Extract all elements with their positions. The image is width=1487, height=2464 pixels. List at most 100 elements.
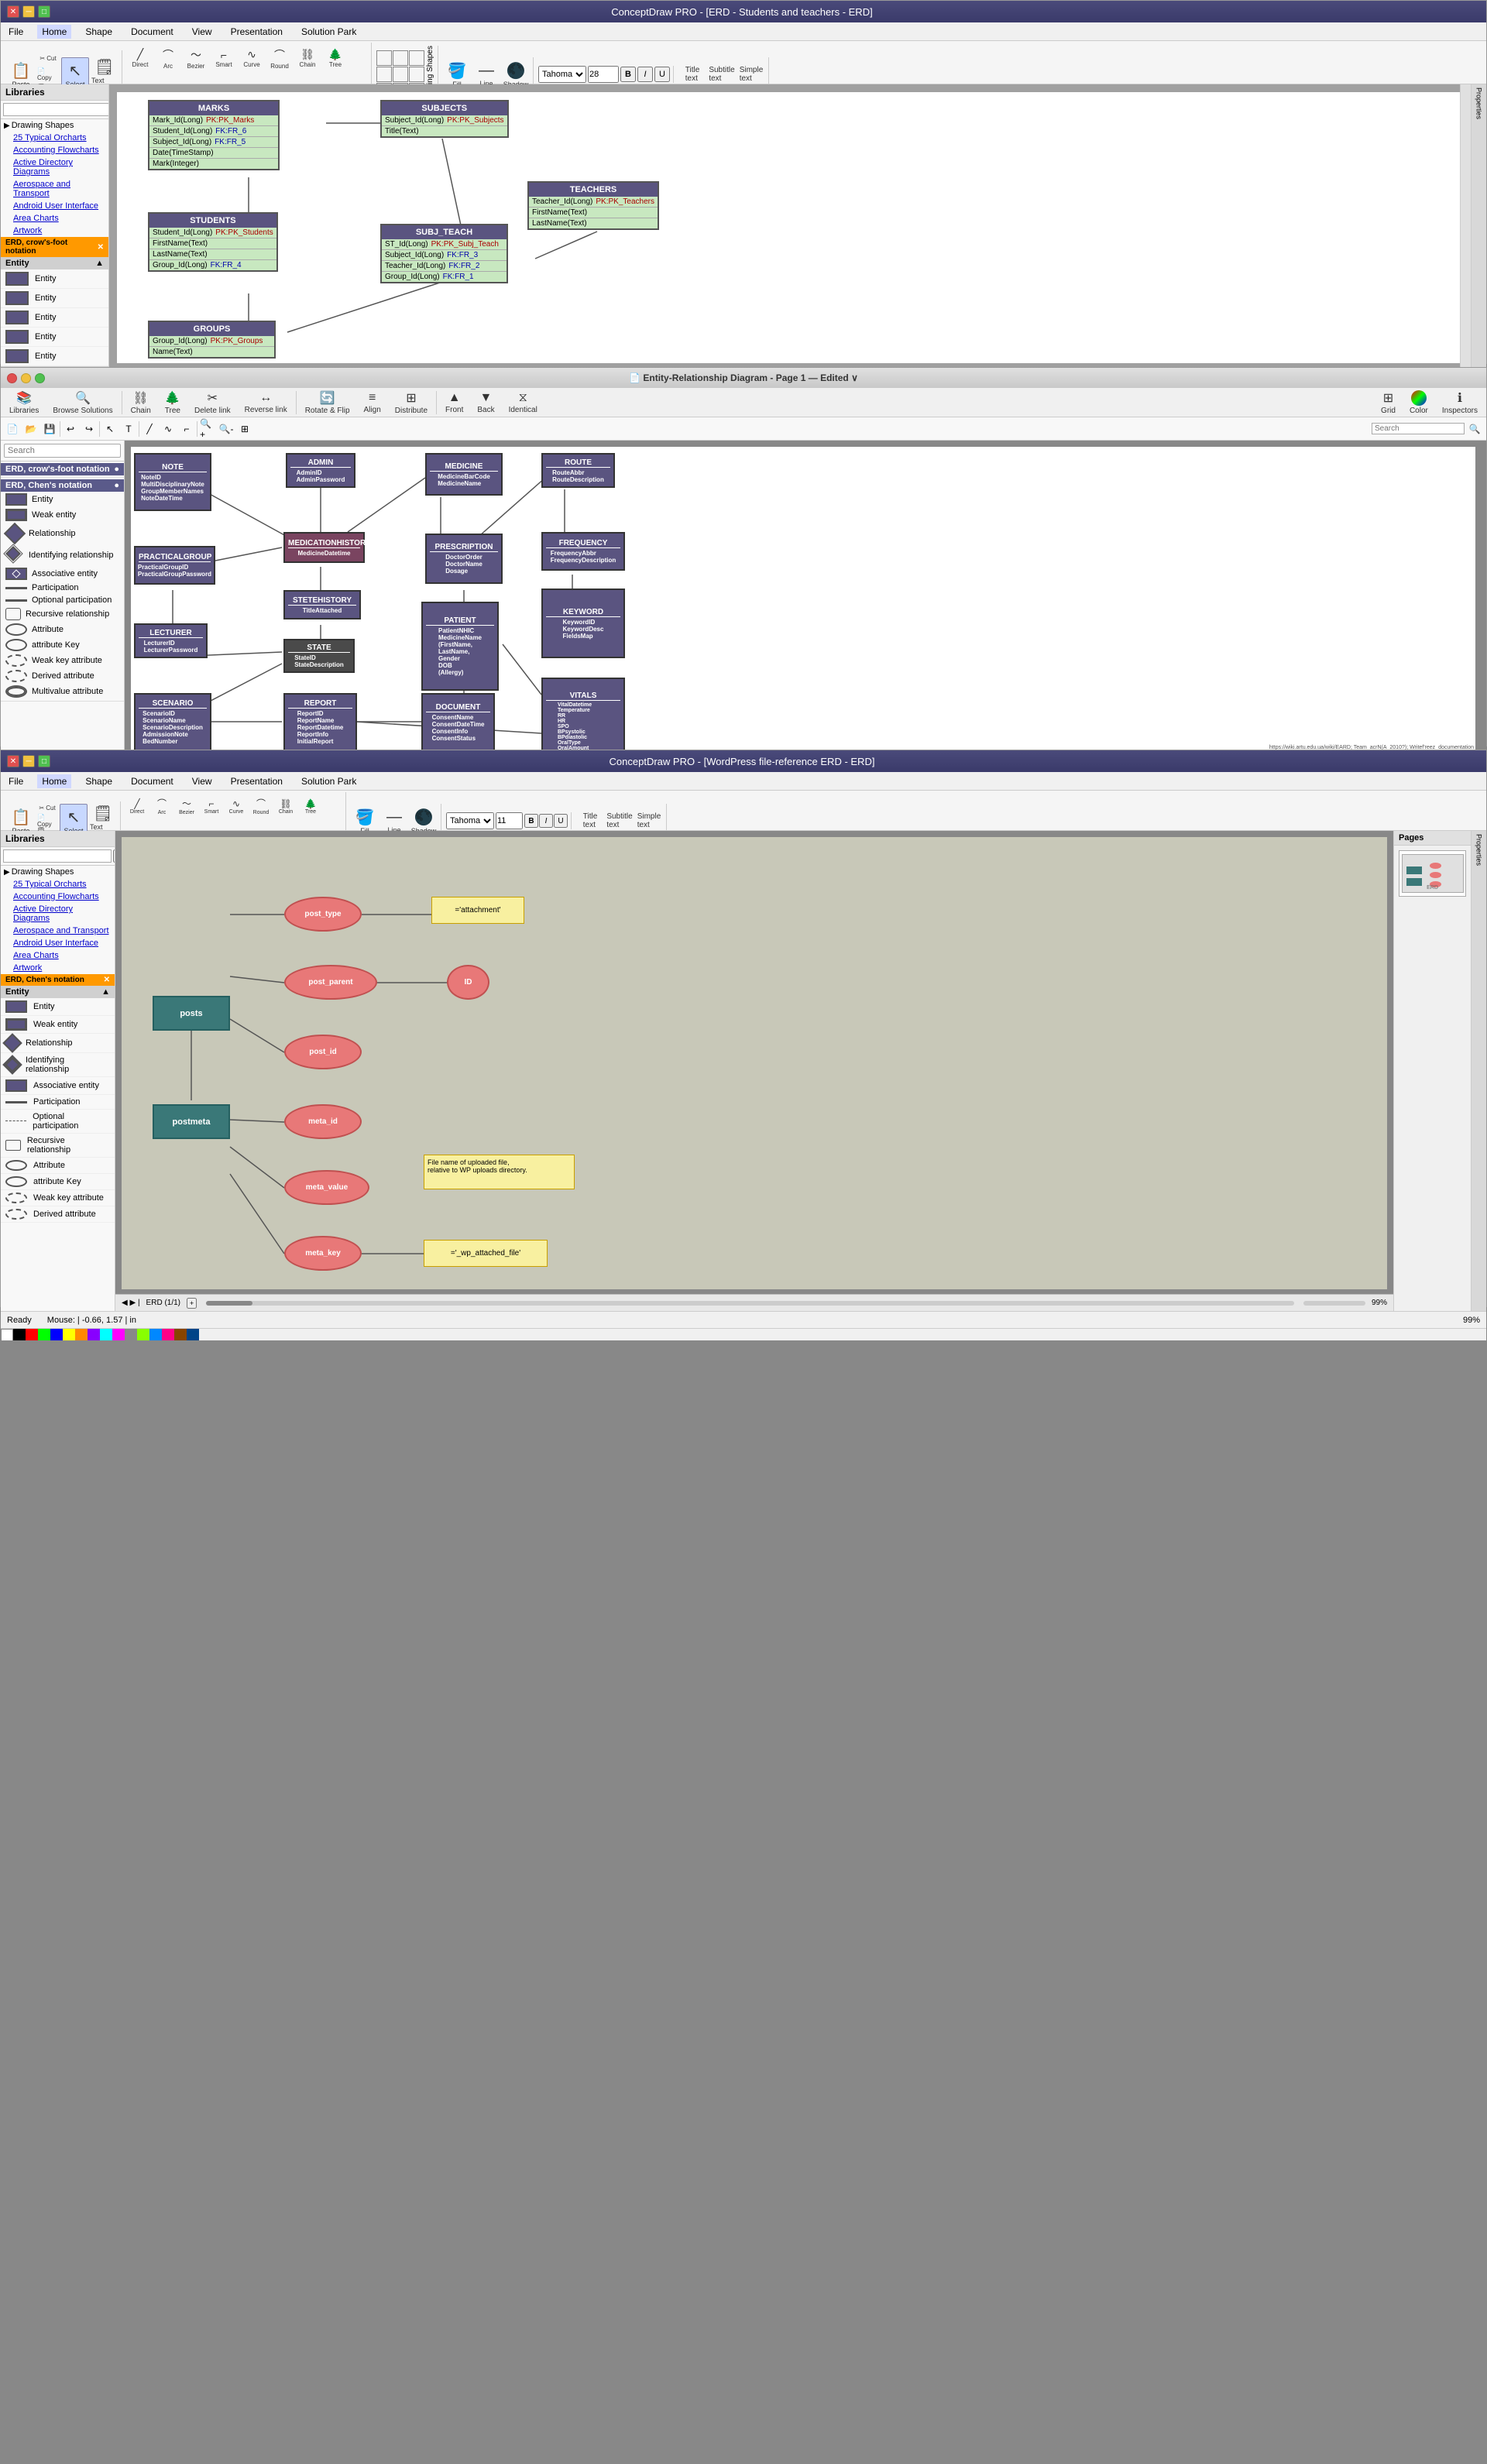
chen-prescription[interactable]: PRESCRIPTION DoctorOrderDoctorNameDosage [425,534,503,584]
copy-btn[interactable]: 📄 Copy [36,67,60,82]
entity-shape-1[interactable]: Entity [1,269,108,289]
chen-frequency[interactable]: FREQUENCY FrequencyAbbrFrequencyDescript… [541,532,625,571]
shape-tool-2[interactable] [393,50,408,66]
zoom-out-btn[interactable]: 🔍- [218,420,235,438]
attr-meta-id[interactable]: meta_id [284,1104,362,1139]
chen-route[interactable]: ROUTE RouteAbbrRouteDescription [541,453,615,488]
color-purple-3[interactable] [88,1329,100,1340]
menu-file-1[interactable]: File [4,25,28,39]
chen-report[interactable]: REPORT ReportIDReportNameReportDatetimeR… [283,693,357,751]
front-btn[interactable]: ▲Front [440,389,469,417]
arc-btn-3[interactable]: ⌒Arc [150,792,173,820]
table-subjects[interactable]: SUBJECTS Subject_Id(Long)PK:PK_Subjects … [380,100,509,138]
color-brown-3[interactable] [174,1329,187,1340]
menu-solution-1[interactable]: Solution Park [297,25,361,39]
menu-presentation-1[interactable]: Presentation [226,25,287,39]
canvas-3[interactable]: posts postmeta post_type post_parent pos… [115,831,1393,1311]
color-teal-3[interactable] [187,1329,199,1340]
recursive-rel-3[interactable]: Recursive relationship [1,1134,115,1158]
chen-note[interactable]: NOTE NoteIDMultiDisciplinaryNoteGroupMem… [134,453,211,511]
libraries-btn[interactable]: 📚Libraries [4,388,44,417]
open-doc-btn[interactable]: 📂 [22,420,39,438]
lib-aerospace-3[interactable]: Aerospace and Transport [1,925,115,937]
entity-posts[interactable]: posts [153,996,230,1031]
font-size-input[interactable] [588,66,619,83]
optional-part-3[interactable]: Optional participation [1,1110,115,1134]
attr-meta-value[interactable]: meta_value [284,1170,369,1205]
lib-android[interactable]: Android User Interface [1,200,108,212]
entity-shape-5[interactable]: Entity [1,347,108,366]
shape-tool-4[interactable] [376,67,392,82]
color-green-3[interactable] [38,1329,50,1340]
derived-3[interactable]: Derived attribute [1,1206,115,1223]
color-gray-3[interactable] [125,1329,137,1340]
sidebar-identifying-rel[interactable]: Identifying relationship [1,544,124,566]
shape-tool-1[interactable] [376,50,392,66]
italic-btn[interactable]: I [637,67,653,82]
search-btn-2[interactable]: 🔍 [1466,420,1483,438]
menu-document-1[interactable]: Document [126,25,178,39]
sidebar-key-attribute[interactable]: attribute Key [1,637,124,653]
attribute-3[interactable]: Attribute [1,1158,115,1174]
active-notation-1[interactable]: ERD, crow's-foot notation ✕ [1,237,108,257]
bold-btn[interactable]: B [620,67,636,82]
table-marks[interactable]: MARKS Mark_Id(Long)PK:PK_Marks Student_I… [148,100,280,170]
round-btn[interactable]: ⌒Round [266,43,293,74]
identifying-rel-3[interactable]: Identifying relationship [1,1053,115,1077]
reverse-link-btn[interactable]: ↔Reverse link [239,389,293,417]
color-btn[interactable]: Color [1404,388,1434,417]
weak-entity-shape-3[interactable]: Weak entity [1,1016,115,1034]
font-select-3[interactable]: Tahoma [446,812,494,829]
hscroll2-3[interactable] [1303,1301,1365,1306]
color-sky-3[interactable] [149,1329,162,1340]
bezier-btn[interactable]: 〜Bezier [183,43,209,74]
table-subj-teach[interactable]: SUBJ_TEACH ST_Id(Long)PK:PK_Subj_Teach S… [380,224,508,283]
menu-presentation-3[interactable]: Presentation [226,774,287,788]
hscroll-3[interactable] [206,1301,1294,1306]
chen-document[interactable]: DOCUMENT ConsentNameConsentDateTimeConse… [421,693,495,751]
font-size-input-3[interactable] [496,812,523,829]
color-magenta-3[interactable] [112,1329,125,1340]
back-btn[interactable]: ▼Back [472,389,500,417]
close-btn-1[interactable]: ✕ [7,5,19,18]
new-doc-btn[interactable]: 📄 [4,420,21,438]
color-orange-3[interactable] [75,1329,88,1340]
arc-btn[interactable]: ⌒Arc [155,43,181,74]
chen-state[interactable]: STATE StateIDStateDescription [283,639,355,673]
tree-btn-3[interactable]: 🌲Tree [299,792,322,820]
menu-home-1[interactable]: Home [37,25,71,39]
sidebar-relationship[interactable]: Relationship [1,523,124,544]
zoom-fit-btn[interactable]: ⊞ [236,420,253,438]
cut-btn[interactable]: ✂ Cut [36,50,60,66]
rotate-flip-btn[interactable]: 🔄Rotate & Flip [300,388,355,417]
chen-medicationhistory[interactable]: MEDICATIONHISTORY MedicineDatetime [283,532,365,563]
menu-shape-1[interactable]: Shape [81,25,117,39]
hscroll-thumb-3[interactable] [206,1301,252,1306]
min-btn-3[interactable]: ─ [22,755,35,767]
sidebar-entity[interactable]: Entity [1,492,124,507]
entity-shape-3[interactable]: Entity [1,308,108,328]
chen-patient[interactable]: PATIENT PatientNHICMedicineName(FirstNam… [421,602,499,691]
lib-area-charts-3[interactable]: Area Charts [1,949,115,962]
canvas-2[interactable]: NOTE NoteIDMultiDisciplinaryNoteGroupMem… [125,441,1486,774]
drawing-shapes-category-3[interactable]: ▶ Drawing Shapes [1,866,115,878]
browse-btn[interactable]: 🔍Browse Solutions [47,388,118,417]
chen-title[interactable]: ERD, Chen's notation ● [1,479,124,492]
lib-orcharts-3[interactable]: 25 Typical Orcharts [1,878,115,891]
associative-3[interactable]: Associative entity [1,1077,115,1095]
lib-artwork[interactable]: Artwork [1,225,108,237]
lib-orcharts[interactable]: 25 Typical Orcharts [1,132,108,144]
entity-shape-2[interactable]: Entity [1,289,108,308]
curve-btn-3[interactable]: ∿Curve [225,792,248,820]
smart-btn[interactable]: ⌐Smart [211,43,237,74]
chain-btn-2[interactable]: ⛓Chain [125,388,156,417]
color-yellow-3[interactable] [63,1329,75,1340]
inspectors-btn[interactable]: ℹInspectors [1437,388,1483,417]
crows-title[interactable]: ERD, crow's-foot notation ● [1,463,124,475]
chen-scenario[interactable]: SCENARIO ScenarioIDScenarioNameScenarioD… [134,693,211,751]
bold-btn-3[interactable]: B [524,814,538,828]
color-blue-3[interactable] [50,1329,63,1340]
max-btn-3[interactable]: □ [38,755,50,767]
menu-document-3[interactable]: Document [126,774,178,788]
sidebar-participation[interactable]: Participation [1,582,124,594]
